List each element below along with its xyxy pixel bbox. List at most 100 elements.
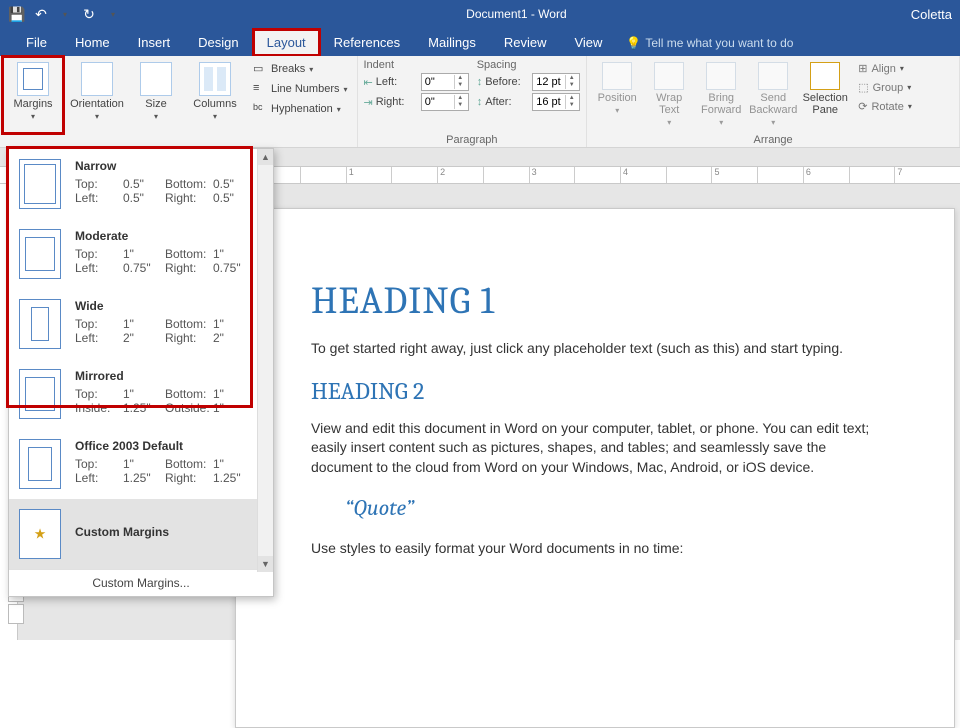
scroll-down-icon[interactable]: ▼ [258, 556, 273, 572]
wrap-text-icon [654, 62, 684, 90]
position-icon [602, 62, 632, 90]
undo-caret-icon[interactable]: ▾ [56, 5, 74, 23]
indent-right-row: ⇥ Right: ▲▼ [364, 92, 469, 112]
align-icon: ⊞ [858, 62, 867, 75]
heading-1[interactable]: HEADING 1 [311, 279, 879, 323]
preset-narrow[interactable]: NarrowTop:0.5"Bottom:0.5"Left:0.5"Right:… [9, 149, 273, 219]
custom-margins-icon [19, 509, 61, 559]
preset-name: Mirrored [75, 369, 255, 383]
bring-forward-button[interactable]: Bring Forward▾ [697, 58, 745, 132]
spacing-after-field[interactable]: ▲▼ [532, 93, 580, 111]
indent-header: Indent [364, 58, 469, 72]
quote-text[interactable]: “Quote” [345, 495, 879, 521]
rotate-button[interactable]: ⟳Rotate ▾ [855, 98, 915, 115]
preset-moderate[interactable]: ModerateTop:1"Bottom:1"Left:0.75"Right:0… [9, 219, 273, 289]
spacing-after-label: After: [485, 96, 529, 108]
body-paragraph-1[interactable]: To get started right away, just click an… [311, 339, 879, 359]
align-button[interactable]: ⊞Align ▾ [855, 60, 915, 77]
preset-custom-margins[interactable]: Custom Margins [9, 499, 273, 569]
line-numbers-button[interactable]: ≡Line Numbers ▾ [250, 80, 351, 98]
spinner-icon[interactable]: ▲▼ [454, 75, 466, 89]
tab-mailings[interactable]: Mailings [414, 29, 490, 56]
indent-right-field[interactable]: ▲▼ [421, 93, 469, 111]
tab-references[interactable]: References [320, 29, 414, 56]
group-arrange: Position▾ Wrap Text▾ Bring Forward▾ Send… [587, 56, 960, 147]
group-page-setup: Margins▾ Orientation▾ Size▾ Columns▾ ▭Br… [0, 56, 358, 147]
preset-icon [19, 439, 61, 489]
breaks-button[interactable]: ▭Breaks ▾ [250, 60, 351, 78]
undo-icon[interactable]: ↶ [32, 5, 50, 23]
arrange-small: ⊞Align ▾ ⬚Group ▾ ⟳Rotate ▾ [855, 58, 915, 132]
preset-mirrored[interactable]: MirroredTop:1"Bottom:1"Inside:1.25"Outsi… [9, 359, 273, 429]
qat-customize-icon[interactable]: ▾ [104, 5, 122, 23]
spinner-icon[interactable]: ▲▼ [565, 75, 577, 89]
columns-button[interactable]: Columns▾ [186, 58, 244, 132]
tab-view[interactable]: View [560, 29, 616, 56]
tab-review[interactable]: Review [490, 29, 561, 56]
ribbon: Margins▾ Orientation▾ Size▾ Columns▾ ▭Br… [0, 56, 960, 148]
custom-margins-command[interactable]: Custom Margins... [9, 569, 273, 596]
tab-insert[interactable]: Insert [124, 29, 185, 56]
redo-icon[interactable]: ↻ [80, 5, 98, 23]
breaks-icon: ▭ [253, 62, 267, 76]
margins-icon [17, 62, 49, 96]
position-button[interactable]: Position▾ [593, 58, 641, 132]
spacing-after-input[interactable] [533, 96, 565, 108]
indent-right-label: Right: [376, 96, 418, 108]
selection-pane-button[interactable]: Selection Pane [801, 58, 849, 132]
send-backward-button[interactable]: Send Backward▾ [749, 58, 797, 132]
spinner-icon[interactable]: ▲▼ [565, 95, 577, 109]
heading-2[interactable]: HEADING 2 [311, 377, 879, 405]
selection-pane-icon [810, 62, 840, 90]
arrange-label: Arrange [593, 132, 953, 146]
line-numbers-icon: ≡ [253, 82, 267, 96]
spinner-icon[interactable]: ▲▼ [454, 95, 466, 109]
orientation-button[interactable]: Orientation▾ [68, 58, 126, 132]
user-name[interactable]: Coletta [911, 7, 952, 22]
lightbulb-icon: 💡 [626, 36, 641, 50]
tab-design[interactable]: Design [184, 29, 252, 56]
preset-custom-label: Custom Margins [75, 525, 169, 539]
tab-layout[interactable]: Layout [253, 29, 320, 56]
margins-button[interactable]: Margins▾ [4, 58, 62, 132]
tab-home[interactable]: Home [61, 29, 124, 56]
scroll-up-icon[interactable]: ▲ [258, 149, 273, 165]
indent-left-label: Left: [376, 76, 418, 88]
preset-office-2003-default[interactable]: Office 2003 DefaultTop:1"Bottom:1"Left:1… [9, 429, 273, 499]
indent-left-icon: ⇤ [364, 76, 373, 89]
tab-file[interactable]: File [12, 29, 61, 56]
tell-me-search[interactable]: 💡 Tell me what you want to do [616, 30, 803, 56]
spacing-before-field[interactable]: ▲▼ [532, 73, 580, 91]
hyphenation-button[interactable]: bcHyphenation ▾ [250, 100, 351, 118]
size-icon [140, 62, 172, 96]
group-button[interactable]: ⬚Group ▾ [855, 79, 915, 96]
body-paragraph-3[interactable]: Use styles to easily format your Word do… [311, 539, 879, 559]
preset-icon [19, 369, 61, 419]
indent-left-row: ⇤ Left: ▲▼ [364, 72, 469, 92]
send-backward-icon [758, 62, 788, 90]
preset-icon [19, 229, 61, 279]
hyphenation-icon: bc [253, 102, 267, 116]
preset-wide[interactable]: WideTop:1"Bottom:1"Left:2"Right:2" [9, 289, 273, 359]
quick-access-toolbar: 💾 ↶ ▾ ↻ ▾ [8, 5, 122, 23]
preset-name: Wide [75, 299, 255, 313]
thumb-page[interactable] [8, 604, 24, 624]
preset-name: Moderate [75, 229, 255, 243]
margins-dropdown: NarrowTop:0.5"Bottom:0.5"Left:0.5"Right:… [8, 148, 274, 597]
window-title: Document1 - Word [122, 7, 911, 21]
margins-scrollbar[interactable]: ▲ ▼ [257, 149, 273, 572]
preset-icon [19, 159, 61, 209]
save-icon[interactable]: 💾 [8, 5, 26, 23]
indent-left-input[interactable] [422, 76, 454, 88]
wrap-text-button[interactable]: Wrap Text▾ [645, 58, 693, 132]
spacing-after-icon: ↕ [477, 96, 483, 108]
spacing-before-input[interactable] [533, 76, 565, 88]
indent-left-field[interactable]: ▲▼ [421, 73, 469, 91]
preset-name: Office 2003 Default [75, 439, 255, 453]
body-paragraph-2[interactable]: View and edit this document in Word on y… [311, 419, 879, 478]
spacing-before-icon: ↕ [477, 76, 483, 88]
document-page[interactable]: HEADING 1 To get started right away, jus… [235, 208, 955, 728]
ruler-ticks: 1234567 [300, 167, 940, 183]
indent-right-input[interactable] [422, 96, 454, 108]
size-button[interactable]: Size▾ [132, 58, 180, 132]
